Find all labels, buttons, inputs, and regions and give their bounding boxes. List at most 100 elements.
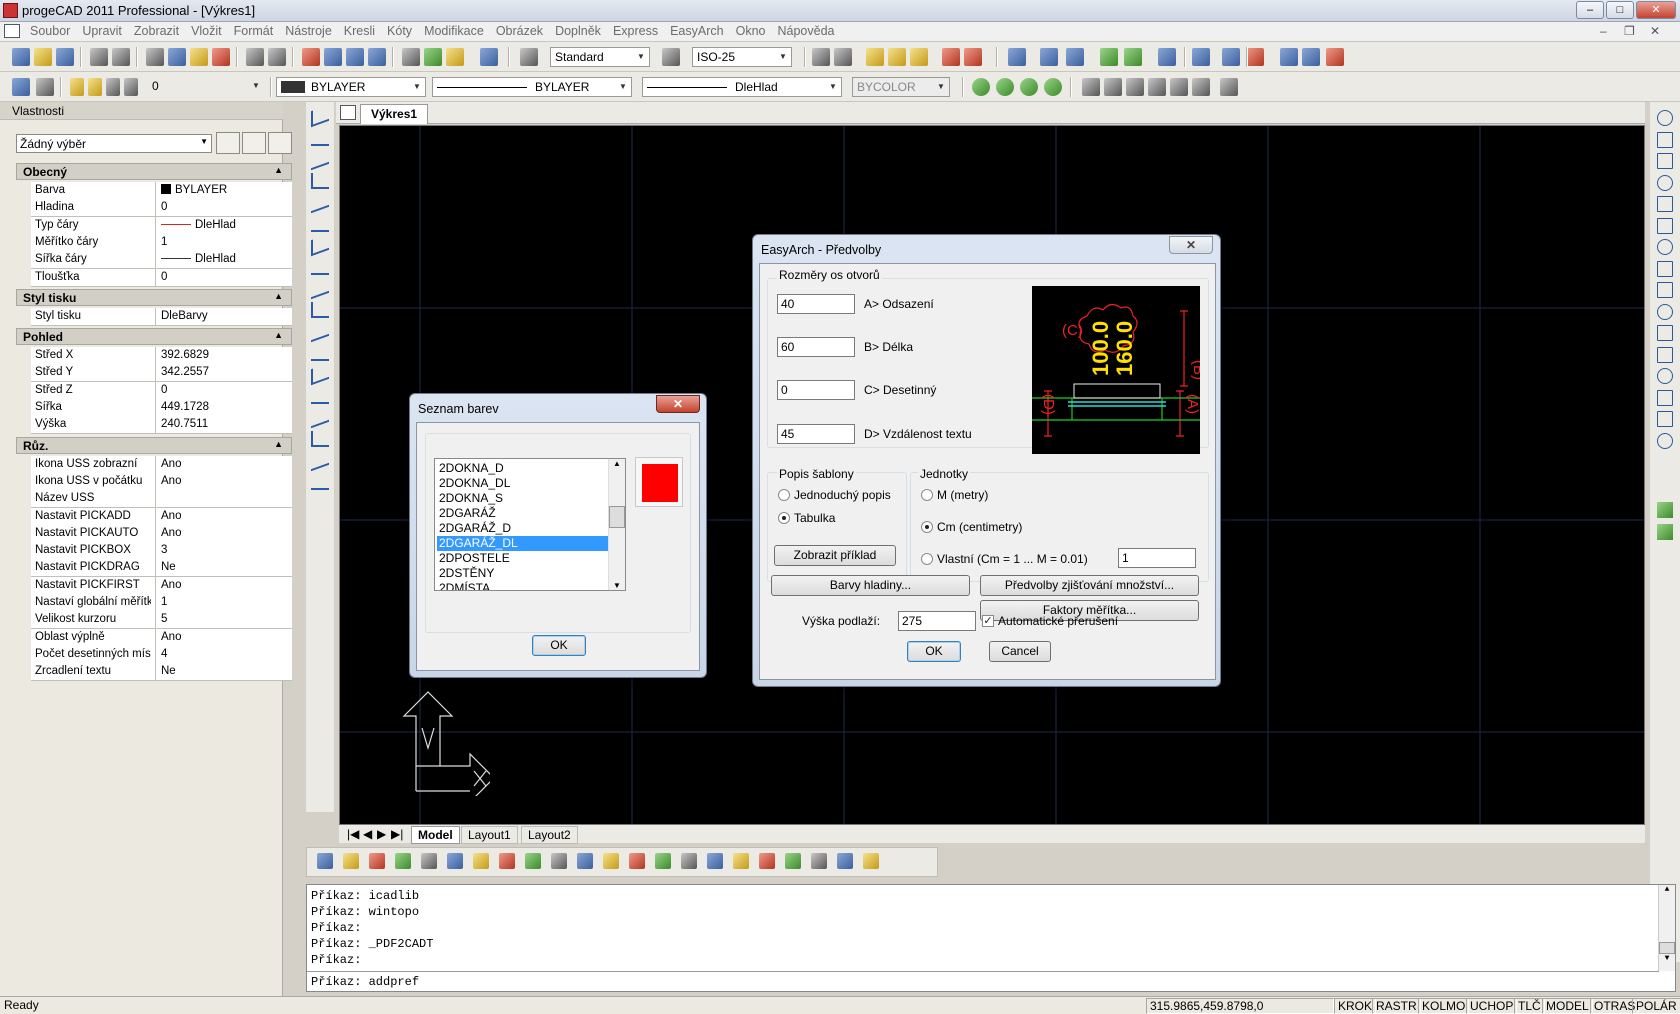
pickadd-button[interactable]	[242, 132, 266, 154]
prop-section-header[interactable]: Růz. ▲	[16, 436, 292, 454]
menu-item-5[interactable]: Nástroje	[279, 22, 338, 40]
prop-value[interactable]: Ano	[155, 507, 292, 525]
last-tab-icon[interactable]: ▶|	[385, 826, 409, 842]
prop-row[interactable]: Nastavit PICKADD Ano	[31, 507, 292, 526]
prop-row[interactable]: Tloušťka 0	[31, 268, 292, 287]
quantity-settings-button[interactable]: Předvolby zjišťování množství...	[980, 575, 1199, 596]
cloud-icon[interactable]	[311, 259, 329, 275]
layer-bulb-icon[interactable]	[499, 853, 515, 869]
layer-lock-icon[interactable]	[525, 853, 541, 869]
text-distance-input[interactable]: 45	[777, 424, 855, 444]
print-preview-icon[interactable]	[112, 48, 130, 66]
cmd-input[interactable]: Příkaz: addpref	[311, 975, 419, 989]
prop-row[interactable]: Styl tisku DleBarvy	[31, 307, 292, 326]
menu-item-1[interactable]: Upravit	[76, 22, 128, 40]
status-mode-2[interactable]: KOLMO	[1418, 998, 1470, 1014]
offset-input[interactable]: 40	[777, 294, 855, 314]
help-icon[interactable]	[480, 48, 498, 66]
ellipse-arc-icon[interactable]	[311, 319, 329, 343]
view-3-icon[interactable]	[1020, 78, 1038, 96]
prop-value[interactable]: 1	[155, 594, 292, 611]
simple-label-radio[interactable]	[778, 489, 790, 501]
prop-row[interactable]: Počet desetinných míst 4	[31, 645, 292, 664]
layer-freeze-icon[interactable]	[88, 78, 102, 96]
lineweight-combo[interactable]: DleHlad ▼	[642, 77, 842, 97]
layer-color-icon[interactable]	[124, 78, 138, 96]
easyarch-ok-button[interactable]: OK	[907, 641, 961, 662]
point-icon[interactable]	[311, 388, 329, 404]
redo-icon[interactable]	[268, 48, 286, 66]
prop-row[interactable]: Měřítko čáry 1	[31, 233, 292, 252]
modify-6-icon[interactable]	[1158, 48, 1176, 66]
prop-row[interactable]: Nastaví globální měřítk... 1	[31, 594, 292, 612]
menu-item-10[interactable]: Doplněk	[549, 22, 607, 40]
prop-row[interactable]: Hladina 0	[31, 199, 292, 218]
color-list-item[interactable]: 2DOKNA_DL	[437, 476, 609, 491]
color-picker-icon[interactable]	[424, 48, 442, 66]
properties-panel-icon[interactable]	[1657, 502, 1673, 518]
select-objects-button[interactable]	[216, 132, 240, 154]
move-icon[interactable]	[1657, 217, 1673, 234]
menu-item-12[interactable]: EasyArch	[664, 22, 730, 40]
text-icon[interactable]	[311, 474, 329, 490]
status-mode-4[interactable]: TLČ	[1514, 998, 1545, 1014]
dim-style-icon[interactable]	[662, 48, 680, 66]
prop-value[interactable]: Ano	[155, 472, 292, 490]
menu-item-4[interactable]: Formát	[228, 22, 280, 40]
unit-custom-radio[interactable]	[921, 553, 933, 565]
print-icon[interactable]	[90, 48, 108, 66]
layer-all-thaw-icon[interactable]	[603, 853, 619, 869]
spline-icon[interactable]	[311, 276, 329, 300]
app-icon[interactable]	[3, 3, 18, 18]
quick-select-button[interactable]	[268, 132, 292, 154]
prop-value[interactable]: Ano	[155, 524, 292, 542]
layer-1-icon[interactable]	[629, 853, 645, 869]
prop-value[interactable]: Ne	[155, 663, 292, 681]
prop-value[interactable]: 342.2557	[155, 364, 292, 382]
redraw-icon[interactable]	[402, 48, 420, 66]
menu-item-14[interactable]: Nápověda	[771, 22, 840, 40]
fillet-icon[interactable]	[1657, 411, 1673, 427]
close-button[interactable]: ✕	[1636, 1, 1676, 19]
erase-icon[interactable]	[1657, 110, 1673, 126]
pan-icon[interactable]	[302, 48, 320, 66]
break-icon[interactable]	[1657, 368, 1673, 384]
color-list-item[interactable]: 2DSTĚNY	[437, 566, 609, 581]
prop-value[interactable]: DleHlad	[155, 216, 292, 234]
prop-value[interactable]: BYLAYER	[155, 182, 292, 199]
zoom-previous-icon[interactable]	[368, 48, 386, 66]
layer-9-icon[interactable]	[837, 853, 853, 869]
status-mode-5[interactable]: MODEL	[1542, 998, 1593, 1014]
prop-value[interactable]: 0	[155, 199, 292, 217]
snap-midpoint-icon[interactable]	[834, 48, 852, 66]
prop-row[interactable]: Nastavit PICKDRAG Ne	[31, 559, 292, 578]
layer-10-icon[interactable]	[863, 853, 879, 869]
tab-layout1[interactable]: Layout1	[461, 826, 518, 844]
arc-icon[interactable]	[311, 216, 329, 232]
prop-row[interactable]: Střed Z 0	[31, 381, 292, 400]
prop-value[interactable]	[155, 490, 292, 508]
table-radio[interactable]	[778, 512, 790, 524]
layer-walk-icon[interactable]	[343, 853, 359, 869]
color-dialog-close-button[interactable]: ✕	[656, 395, 700, 413]
layer-freeze-all-icon[interactable]	[447, 853, 463, 869]
layer-7-icon[interactable]	[785, 853, 801, 869]
modify-1-icon[interactable]	[1008, 48, 1026, 66]
prop-row[interactable]: Zrcadlení textu Ne	[31, 663, 292, 682]
offset-icon[interactable]	[1657, 174, 1673, 191]
layer-off-icon[interactable]	[421, 853, 437, 869]
snap-nearest-icon[interactable]	[942, 48, 960, 66]
color-combo[interactable]: BYLAYER ▼	[276, 77, 426, 97]
prop-value[interactable]: 0	[155, 381, 292, 399]
table-icon[interactable]	[311, 448, 329, 472]
modify-7-icon[interactable]	[1192, 48, 1210, 66]
lengthen-icon[interactable]	[1657, 303, 1673, 320]
polygon-icon[interactable]	[311, 172, 329, 189]
collapse-icon[interactable]: ▲	[274, 165, 283, 175]
undo-icon[interactable]	[246, 48, 264, 66]
menu-item-2[interactable]: Zobrazit	[128, 22, 185, 40]
prop-value[interactable]: 449.1728	[155, 399, 292, 416]
menu-item-9[interactable]: Obrázek	[490, 22, 549, 40]
array-icon[interactable]	[1657, 196, 1673, 212]
prop-row[interactable]: Výška 240.7511	[31, 416, 292, 435]
